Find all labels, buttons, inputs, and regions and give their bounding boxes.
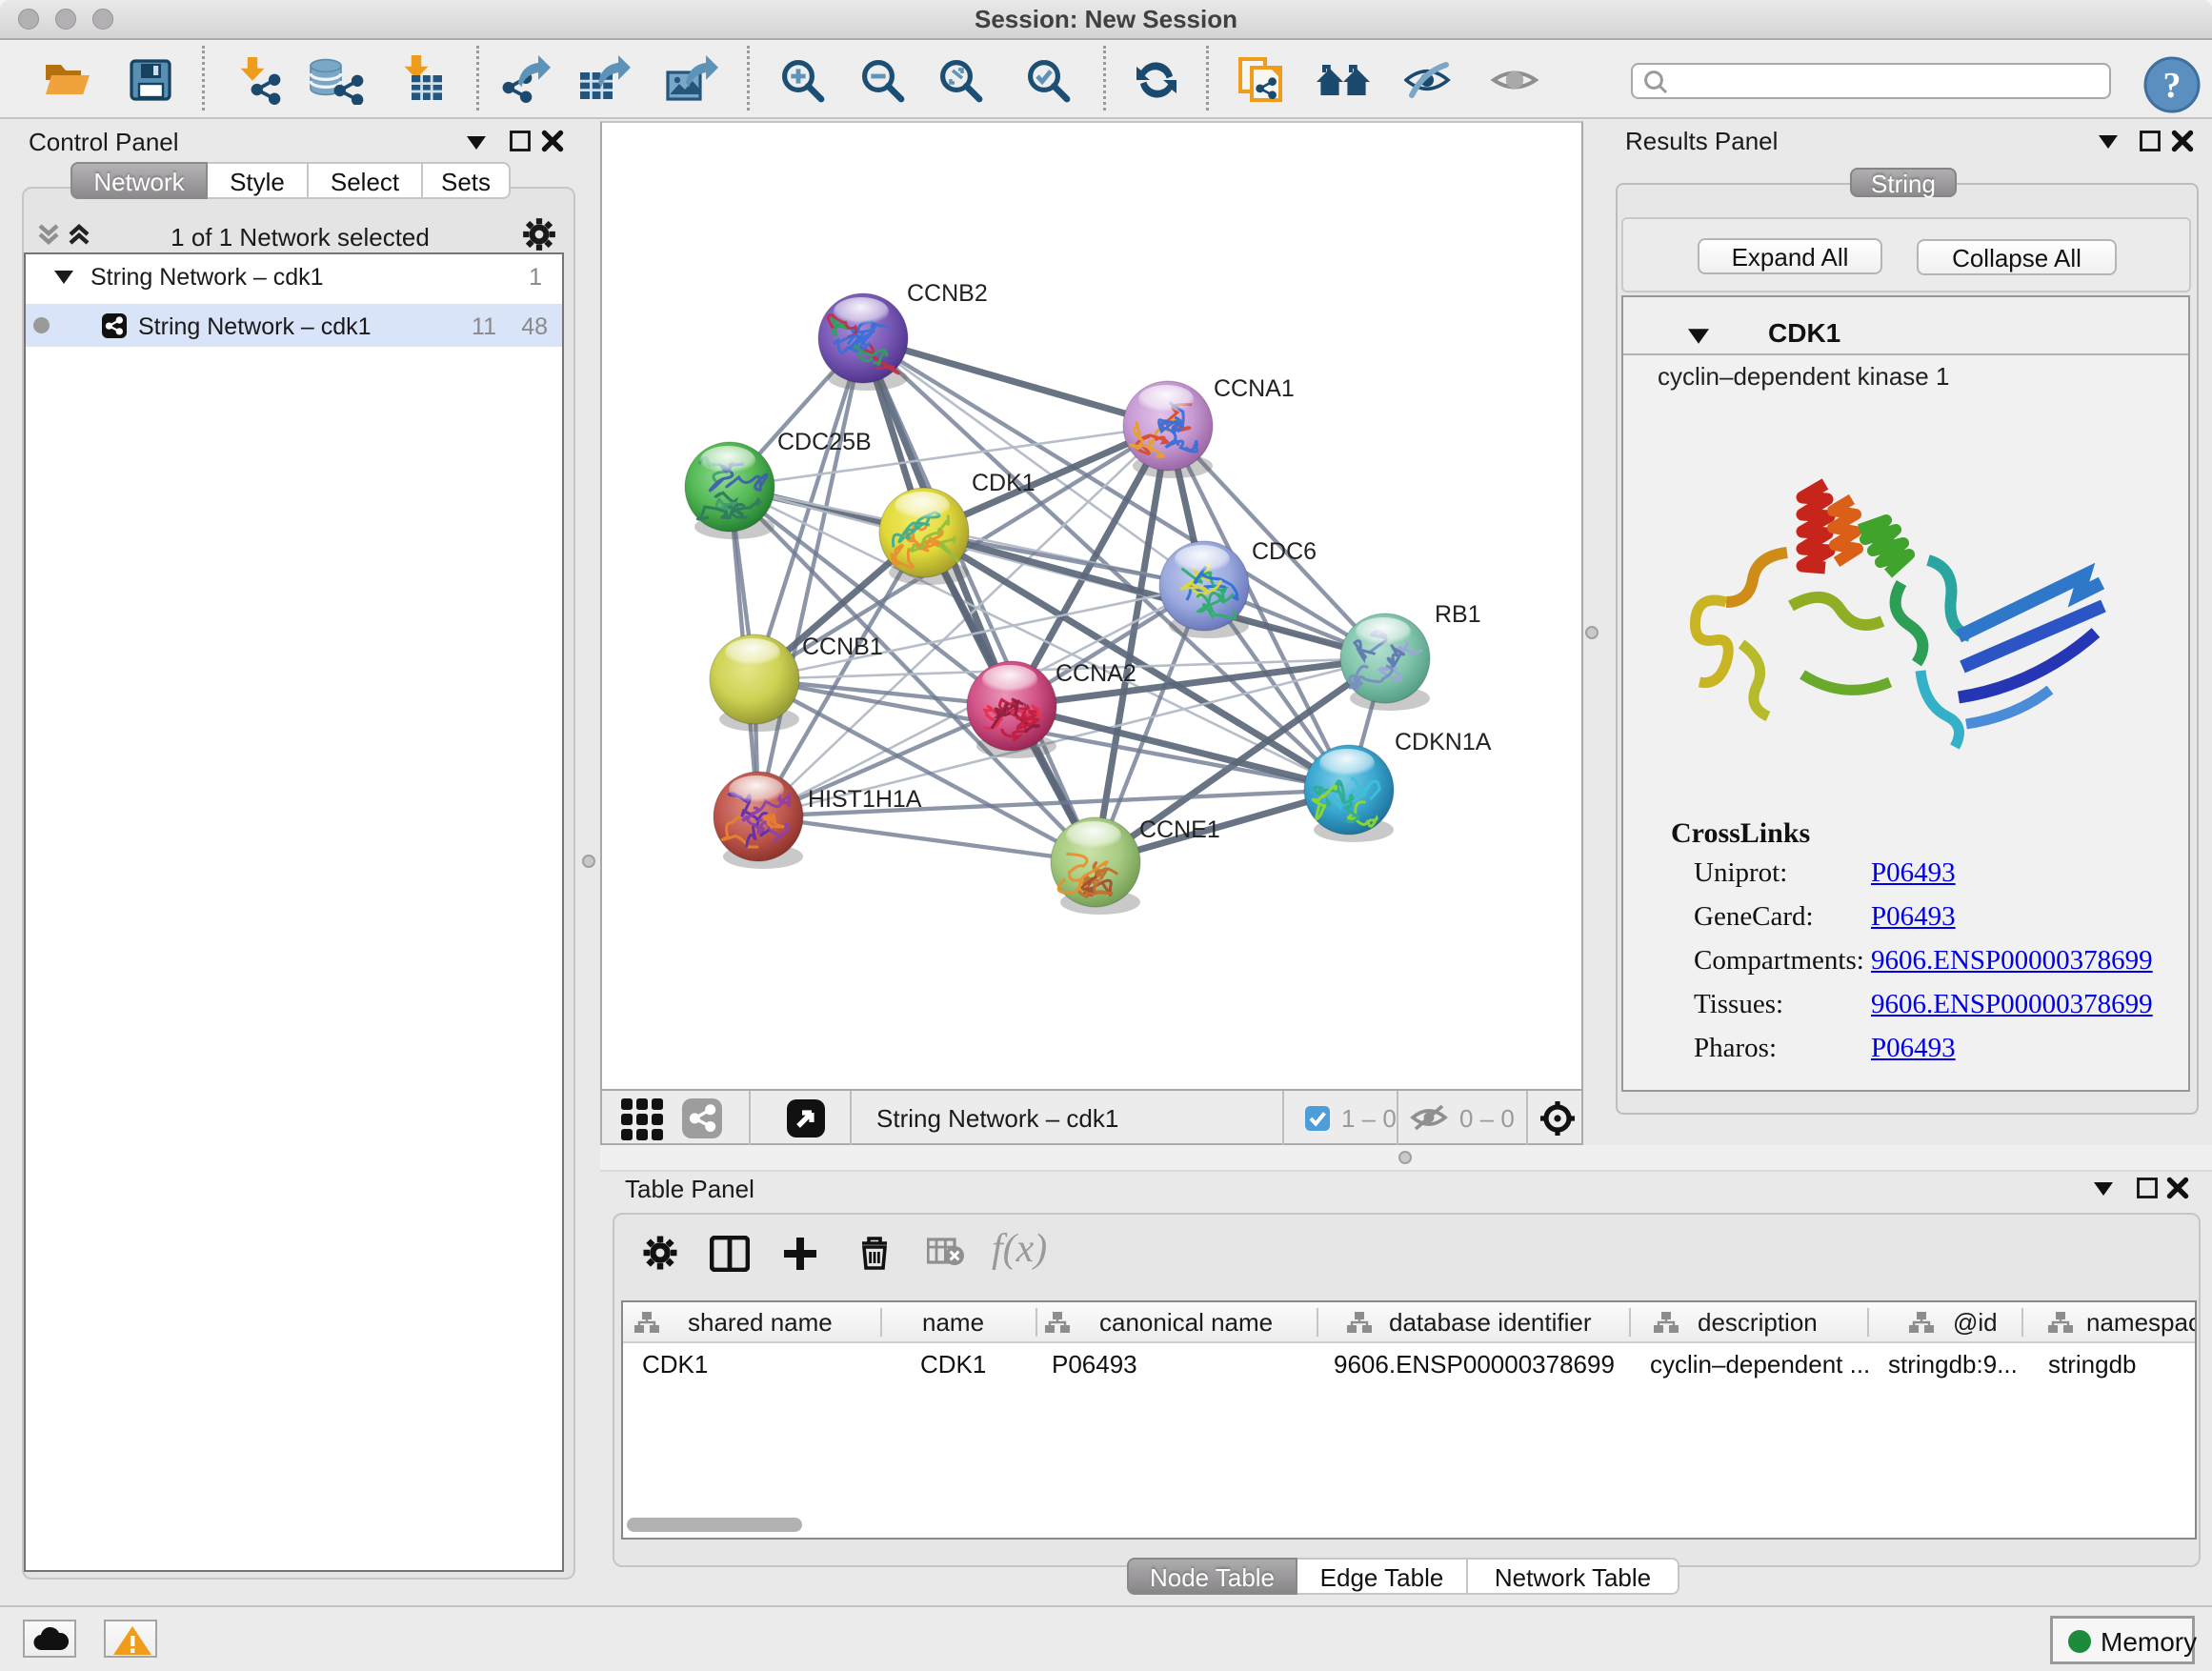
svg-text:CDC25B: CDC25B: [777, 429, 872, 455]
svg-text:CDC6: CDC6: [1252, 538, 1317, 565]
svg-text:RB1: RB1: [1435, 601, 1481, 628]
svg-text:CCNA1: CCNA1: [1214, 375, 1295, 402]
svg-text:CCNB2: CCNB2: [907, 280, 988, 307]
svg-text:CCNE1: CCNE1: [1139, 816, 1220, 843]
svg-text:?: ?: [2163, 66, 2182, 106]
svg-text:CCNA2: CCNA2: [1056, 660, 1136, 687]
svg-text:CCNB1: CCNB1: [802, 634, 883, 660]
svg-text:CDK1: CDK1: [972, 470, 1036, 496]
svg-text:HIST1H1A: HIST1H1A: [808, 786, 922, 813]
svg-text:CDKN1A: CDKN1A: [1395, 729, 1492, 755]
